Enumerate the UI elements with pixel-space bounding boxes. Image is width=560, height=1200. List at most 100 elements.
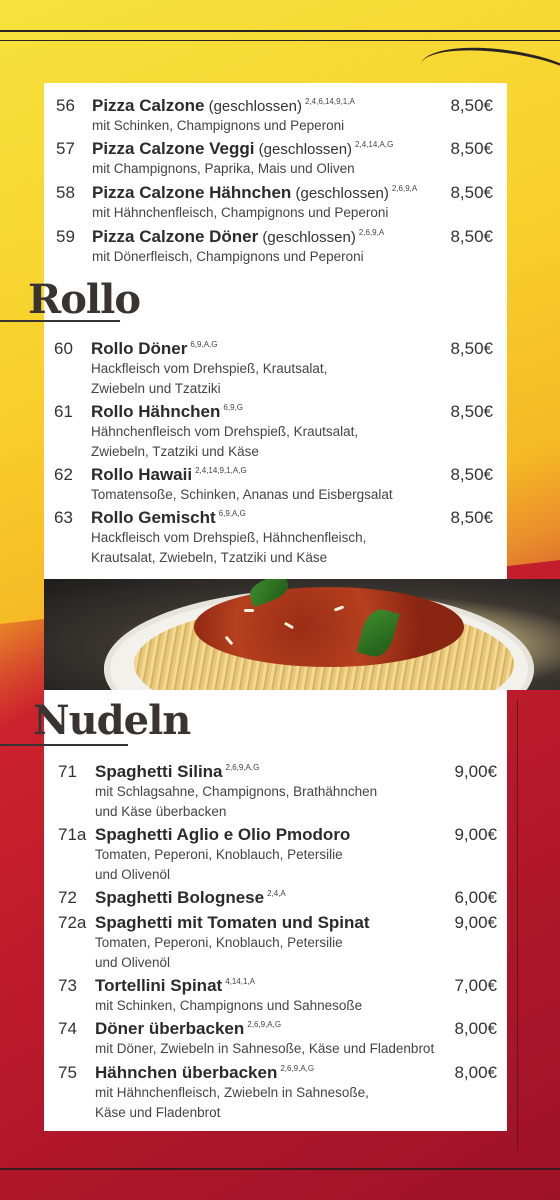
item-name: Spaghetti Bolognese 2,4,A: [95, 888, 286, 908]
item-name: Spaghetti Aglio e Olio Pmodoro: [95, 825, 350, 845]
allergen-codes: 2,6,9,A,G: [280, 1064, 315, 1073]
item-note: (geschlossen): [204, 98, 302, 115]
item-description: Zwiebeln und Tzatziki: [91, 381, 221, 396]
item-title: Pizza Calzone Döner: [92, 227, 259, 246]
item-title: Döner überbacken: [95, 1019, 245, 1038]
item-description: und Olivenöl: [95, 867, 171, 882]
item-name: Tortellini Spinat 4,14,1,A: [95, 976, 255, 996]
item-title: Hähnchen überbacken: [95, 1063, 278, 1082]
item-number: 58: [56, 183, 75, 202]
item-number: 61: [54, 402, 73, 421]
item-description: mit Döner, Zwiebeln in Sahnesoße, Käse u…: [95, 1041, 435, 1056]
item-title: Spaghetti Silina: [95, 762, 223, 781]
item-price: 9,00€: [454, 913, 497, 932]
item-price: 8,00€: [454, 1063, 497, 1082]
item-price: 8,50€: [450, 183, 493, 202]
item-title: Spaghetti mit Tomaten und Spinat: [95, 913, 370, 932]
allergen-codes: 2,4,A: [267, 889, 286, 898]
item-description: mit Schinken, Champignons und Sahnesoße: [95, 998, 363, 1013]
item-name: Spaghetti Silina 2,6,9,A,G: [95, 762, 259, 782]
item-description: Tomaten, Peperoni, Knoblauch, Petersilie: [95, 935, 343, 950]
item-number: 75: [58, 1063, 77, 1082]
item-number: 60: [54, 339, 73, 358]
item-description: Hähnchenfleisch vom Drehspieß, Krautsala…: [91, 424, 359, 439]
item-note: (geschlossen): [291, 185, 389, 202]
item-description: Tomatensoße, Schinken, Ananas und Eisber…: [91, 487, 393, 502]
item-description: mit Champignons, Paprika, Mais und Olive…: [92, 161, 355, 176]
item-description: mit Hähnchenfleisch, Zwiebeln in Sahneso…: [95, 1085, 369, 1100]
item-description: mit Hähnchenfleisch, Champignons und Pep…: [92, 205, 389, 220]
item-price: 9,00€: [454, 825, 497, 844]
cheese-flake: [244, 609, 254, 612]
item-number: 73: [58, 976, 77, 995]
allergen-codes: 4,14,1,A: [225, 977, 255, 986]
spaghetti-bolognese-photo: [44, 579, 560, 690]
item-title: Rollo Hähnchen: [91, 402, 221, 421]
rollo-title-underline: [0, 320, 120, 322]
item-number: 72a: [58, 913, 87, 932]
allergen-codes: 2,4,6,14,9,1,A: [304, 97, 355, 106]
item-name: Rollo Döner 6,9,A,G: [91, 339, 217, 359]
item-title: Pizza Calzone Hähnchen: [92, 183, 292, 202]
item-note: (geschlossen): [258, 229, 356, 246]
item-description: Hackfleisch vom Drehspieß, Krautsalat,: [91, 361, 328, 376]
item-title: Pizza Calzone: [92, 96, 205, 115]
item-title: Spaghetti Bolognese: [95, 888, 265, 907]
bottom-divider-line: [0, 1168, 560, 1170]
allergen-codes: 2,6,9,A,G: [225, 763, 260, 772]
item-description: und Olivenöl: [95, 955, 171, 970]
item-price: 8,00€: [454, 1019, 497, 1038]
item-title: Spaghetti Aglio e Olio Pmodoro: [95, 825, 351, 844]
item-name: Döner überbacken 2,6,9,A,G: [95, 1019, 281, 1039]
item-price: 8,50€: [450, 339, 493, 358]
item-number: 72: [58, 888, 77, 907]
item-description: mit Dönerfleisch, Champignons und Pepero…: [92, 249, 364, 264]
item-title: Tortellini Spinat: [95, 976, 223, 995]
item-name: Rollo Hawaii 2,4,14,9,1,A,G: [91, 465, 247, 485]
item-number: 59: [56, 227, 75, 246]
item-number: 74: [58, 1019, 77, 1038]
section-title-rollo: Rollo: [28, 276, 141, 323]
item-price: 9,00€: [454, 762, 497, 781]
item-price: 8,50€: [450, 139, 493, 158]
item-description: Käse und Fladenbrot: [95, 1105, 221, 1120]
nudeln-side-line: [517, 700, 518, 1150]
item-number: 71: [58, 762, 77, 781]
item-description: Tomaten, Peperoni, Knoblauch, Petersilie: [95, 847, 343, 862]
item-price: 6,00€: [454, 888, 497, 907]
item-description: Krautsalat, Zwiebeln, Tzatziki und Käse: [91, 550, 328, 565]
item-name: Rollo Gemischt 6,9,A,G: [91, 508, 246, 528]
item-description: Hackfleisch vom Drehspieß, Hähnchenfleis…: [91, 530, 367, 545]
item-description: Zwiebeln, Tzatziki und Käse: [91, 444, 259, 459]
top-divider-line: [0, 30, 560, 32]
allergen-codes: 2,6,9,A: [358, 228, 385, 237]
sauce-shape: [194, 587, 464, 667]
item-number: 71a: [58, 825, 87, 844]
item-name: Rollo Hähnchen 6,9,G: [91, 402, 243, 422]
item-description: mit Schinken, Champignons und Peperoni: [92, 118, 345, 133]
item-number: 63: [54, 508, 73, 527]
nudeln-title-underline: [0, 744, 128, 746]
item-name: Pizza Calzone Veggi (geschlossen) 2,4,14,…: [92, 139, 393, 159]
allergen-codes: 2,6,9,A: [391, 184, 418, 193]
item-name: Pizza Calzone (geschlossen) 2,4,6,14,9,1,…: [92, 96, 355, 116]
item-name: Hähnchen überbacken 2,6,9,A,G: [95, 1063, 314, 1083]
allergen-codes: 2,4,14,A,G: [355, 140, 394, 149]
item-price: 8,50€: [450, 96, 493, 115]
item-description: mit Schlagsahne, Champignons, Brathähnch…: [95, 784, 378, 799]
section-title-nudeln: Nudeln: [33, 697, 191, 744]
allergen-codes: 6,9,A,G: [218, 509, 246, 518]
item-price: 8,50€: [450, 227, 493, 246]
top-divider-line-2: [0, 40, 560, 41]
item-price: 8,50€: [450, 402, 493, 421]
item-name: Pizza Calzone Hähnchen (geschlossen) 2,6,…: [92, 183, 417, 203]
item-name: Spaghetti mit Tomaten und Spinat: [95, 913, 370, 933]
item-title: Rollo Hawaii: [91, 465, 193, 484]
item-number: 57: [56, 139, 75, 158]
allergen-codes: 2,6,9,A,G: [247, 1020, 282, 1029]
item-note: (geschlossen): [254, 141, 353, 158]
item-description: und Käse überbacken: [95, 804, 227, 819]
allergen-codes: 6,9,G: [223, 403, 243, 412]
item-title: Rollo Gemischt: [91, 508, 216, 527]
item-price: 8,50€: [450, 508, 493, 527]
